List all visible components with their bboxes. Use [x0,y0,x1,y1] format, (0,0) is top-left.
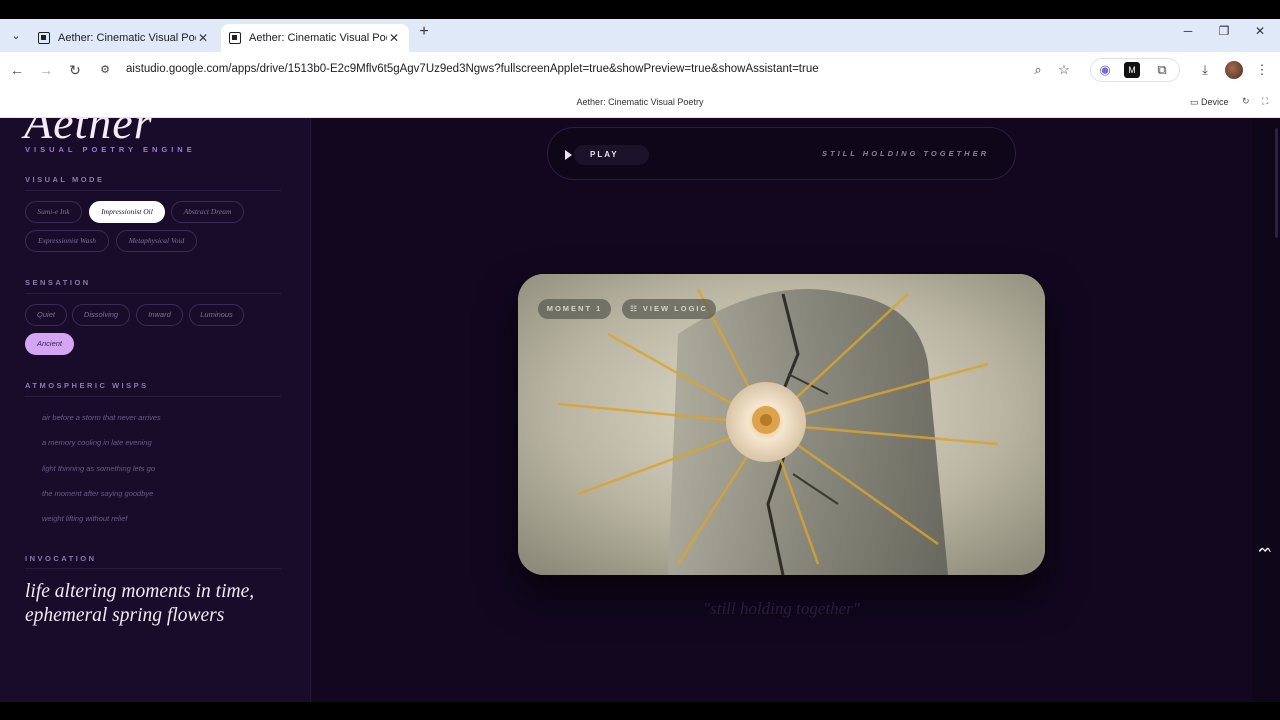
reload-icon[interactable]: ↻ [66,61,84,79]
download-icon[interactable]: ⤓ [1196,61,1214,79]
chip-ancient[interactable]: Ancient [25,333,74,355]
back-icon[interactable]: ← [8,61,26,79]
tab-search-chevron-icon[interactable]: ⌄ [6,27,26,45]
now-playing-title: STILL HOLDING TOGETHER [822,149,989,158]
play-button[interactable]: PLAY [574,145,649,165]
browser-tab-title: Aether: Cinematic Visual Poetr [58,32,196,44]
wisp-item[interactable]: a memory cooling in late evening [42,438,152,447]
studio-header: Aether: Cinematic Visual Poetry ▭ Device… [0,88,1280,118]
divider [25,293,281,294]
divider [25,568,281,569]
chip-abstract-dream[interactable]: Abstract Dream [171,201,244,223]
minimize-icon[interactable]: ─ [1178,24,1198,38]
invocation-heading: INVOCATION [25,554,97,563]
control-sidebar: Aether VISUAL POETRY ENGINE VISUAL MODE … [0,118,311,702]
forward-icon[interactable]: → [37,61,55,79]
wisp-item[interactable]: light thinning as something lets go [42,464,155,473]
aistudio-favicon-icon [38,32,50,44]
aistudio-favicon-icon [229,32,241,44]
chip-metaphysical-void[interactable]: Metaphysical Void [116,230,197,252]
sensation-heading: SENSATION [25,278,91,287]
play-icon [565,150,572,160]
close-tab-icon[interactable]: ✕ [196,31,210,45]
browser-menu-icon[interactable]: ⋮ [1253,61,1271,79]
aether-app: Aether VISUAL POETRY ENGINE VISUAL MODE … [0,118,1280,702]
browser-tab-2[interactable]: Aether: Cinematic Visual Poetr ✕ [221,24,409,52]
restore-icon[interactable]: ❐ [1214,24,1234,38]
url-field[interactable]: aistudio.google.com/apps/drive/1513b0-E2… [126,63,819,75]
fullscreen-icon[interactable]: ⛶ [1262,96,1268,107]
applet-title: Aether: Cinematic Visual Poetry [576,97,704,107]
address-bar: ← → ↻ ⚙ aistudio.google.com/apps/drive/1… [0,52,1280,88]
view-logic-label: VIEW LOGIC [642,304,708,313]
close-tab-icon[interactable]: ✕ [387,31,401,45]
bookmark-star-icon[interactable]: ☆ [1055,61,1073,79]
browser-tab-bar: ⌄ Aether: Cinematic Visual Poetr ✕ Aethe… [0,19,1280,52]
site-info-icon[interactable]: ⚙ [96,61,114,79]
zoom-icon[interactable]: ⌕ [1029,61,1047,79]
device-label: Device [1201,97,1229,107]
wisps-heading: ATMOSPHERIC WISPS [25,381,149,390]
chip-luminous[interactable]: Luminous [189,304,244,326]
browser-tab-1[interactable]: Aether: Cinematic Visual Poetr ✕ [30,24,218,52]
chip-inward[interactable]: Inward [136,304,183,326]
playback-bar: PLAY STILL HOLDING TOGETHER [547,127,1016,180]
wisp-item[interactable]: the moment after saying goodbye [42,489,153,498]
image-caption: "still holding together" [703,599,860,618]
app-subtitle: VISUAL POETRY ENGINE [25,145,196,154]
gemini-sidebar-icon[interactable]: ᨓ [1259,543,1272,556]
device-icon: ▭ [1190,97,1202,107]
extensions-puzzle-icon[interactable]: ⧉ [1153,61,1171,79]
play-label: PLAY [590,150,619,159]
gemini-extension-icon[interactable]: ◉ [1096,61,1114,79]
scrollbar[interactable] [1275,128,1278,238]
divider [25,190,281,191]
invocation-text[interactable]: life altering moments in time, ephemeral… [25,580,295,628]
moment-image-card[interactable]: MOMENT 1 ☷ VIEW LOGIC [518,274,1045,575]
refresh-applet-icon[interactable]: ↻ [1242,96,1250,107]
close-window-icon[interactable]: ✕ [1250,24,1270,38]
chip-sumi-e-ink[interactable]: Sumi-e Ink [25,201,82,223]
screen-top-edge [0,0,1280,19]
chip-quiet[interactable]: Quiet [25,304,67,326]
wisp-item[interactable]: air before a storm that never arrives [42,413,161,422]
profile-avatar[interactable] [1225,61,1243,79]
divider [25,396,281,397]
browser-tab-title: Aether: Cinematic Visual Poetr [249,32,387,44]
chip-impressionist-oil[interactable]: Impressionist Oil [89,201,165,223]
device-toggle[interactable]: ▭ Device [1190,97,1229,108]
visual-mode-heading: VISUAL MODE [25,175,105,184]
chip-dissolving[interactable]: Dissolving [72,304,130,326]
impressionist-flower-painting [518,274,1045,575]
chip-expressionist-wash[interactable]: Expressionist Wash [25,230,109,252]
wisp-item[interactable]: weight lifting without relief [42,514,127,523]
new-tab-icon[interactable]: + [416,24,432,40]
moment-badge: MOMENT 1 [538,299,611,319]
view-logic-button[interactable]: ☷ VIEW LOGIC [622,299,716,319]
extension-m-icon[interactable]: M [1124,62,1140,78]
list-icon: ☷ [630,304,643,313]
screen-bottom-edge [0,702,1280,720]
